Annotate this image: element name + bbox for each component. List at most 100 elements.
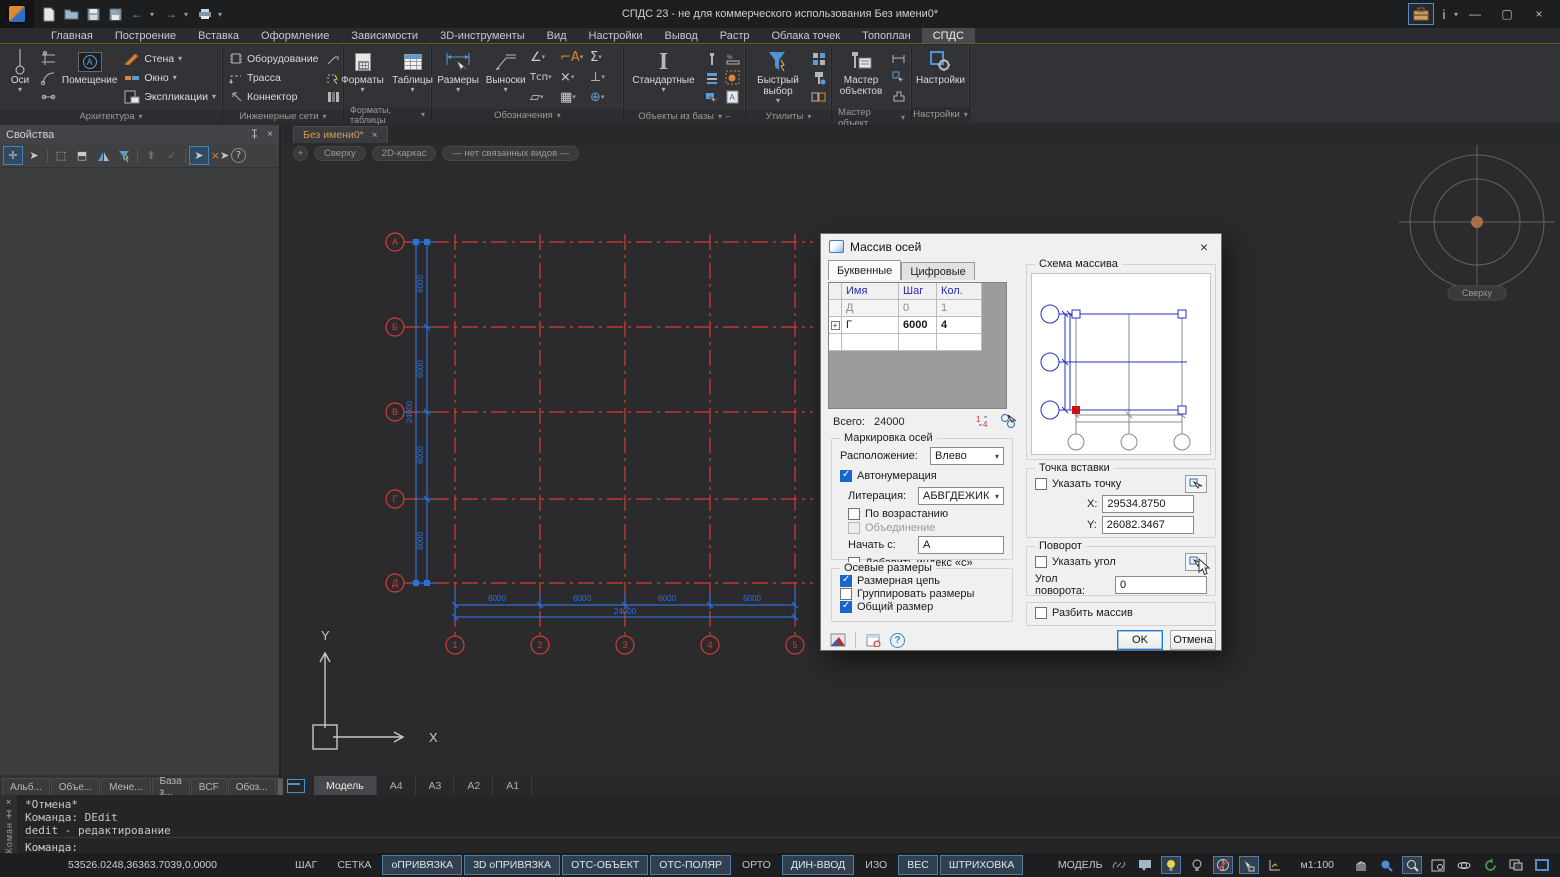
- invert-select-tool[interactable]: [93, 146, 113, 165]
- viewport-linkedviews-control[interactable]: — нет связанных видов —: [442, 146, 579, 161]
- wall-button[interactable]: Стена ▾: [121, 49, 219, 68]
- toggle-lineweight[interactable]: ВЕС: [898, 855, 938, 875]
- view-mark-button[interactable]: ▱▾: [530, 87, 560, 107]
- tab-spds[interactable]: СПДС: [922, 28, 975, 43]
- row-expander-icon[interactable]: +: [831, 321, 840, 330]
- panel-tab-albums[interactable]: Альб...: [2, 778, 50, 795]
- tab-nastroyki[interactable]: Настройки: [578, 28, 654, 43]
- save-icon[interactable]: [84, 5, 102, 23]
- panel-tab-database[interactable]: База з...: [152, 778, 190, 795]
- ok-button[interactable]: OK: [1117, 630, 1163, 650]
- dialog-help-icon[interactable]: ?: [890, 633, 905, 648]
- undo-icon[interactable]: ←: [128, 5, 146, 23]
- toggle-hatch[interactable]: ШТРИХОВКА: [940, 855, 1024, 875]
- group-caption-formats[interactable]: Форматы, таблицы▾: [344, 107, 431, 122]
- toggle-otrack-polar[interactable]: ОТС-ПОЛЯР: [650, 855, 731, 875]
- section-button[interactable]: ⊥▾: [590, 67, 620, 87]
- quick-select-button[interactable]: Быстрый выбор ▾: [749, 47, 807, 108]
- command-history[interactable]: *Отмена* Команда: DEdit dedit - редактир…: [17, 795, 1560, 853]
- view-locator-wheel[interactable]: Сверху: [1399, 145, 1555, 300]
- dialog-launcher-icon[interactable]: ⌐: [726, 112, 731, 121]
- start-with-input[interactable]: [918, 536, 1004, 554]
- calc-icon[interactable]: %: [723, 49, 742, 68]
- table-row[interactable]: Д 0 1: [829, 300, 1006, 317]
- panel-close-icon[interactable]: ×: [267, 129, 273, 140]
- tab-topoplan[interactable]: Топоплан: [851, 28, 922, 43]
- hatch-button[interactable]: ▦▾: [560, 87, 590, 107]
- group-caption-utilities[interactable]: Утилиты▾: [746, 110, 831, 122]
- group-caption-annotations[interactable]: Обозначения▾: [432, 109, 623, 122]
- pan-hand-icon[interactable]: [1350, 856, 1370, 874]
- connector-button[interactable]: Коннектор: [226, 87, 321, 106]
- layout-tab-model[interactable]: Модель: [314, 776, 377, 795]
- group-caption-object-master[interactable]: Мастер объект...▾: [832, 110, 911, 125]
- layout-tab-a2[interactable]: A2: [455, 776, 493, 795]
- command-close-icon[interactable]: ×: [6, 797, 11, 807]
- pick-axes-icon[interactable]: [999, 412, 1019, 430]
- layout-tab-a3[interactable]: A3: [417, 776, 455, 795]
- toggle-iso[interactable]: ИЗО: [856, 855, 896, 875]
- arc-axis-icon[interactable]: [39, 68, 58, 87]
- regen-icon[interactable]: [1480, 856, 1500, 874]
- layout-list-icon[interactable]: [287, 779, 305, 793]
- group-caption-architecture[interactable]: Архитектура▾: [0, 110, 222, 122]
- route-button[interactable]: Трасса: [226, 68, 321, 87]
- save-as-icon[interactable]: [106, 5, 124, 23]
- formats-button[interactable]: Форматы ▾: [341, 47, 385, 105]
- locator-center-dot[interactable]: [1471, 216, 1483, 228]
- tab-number-axes[interactable]: Цифровые: [901, 262, 974, 280]
- filter-tool[interactable]: [114, 146, 134, 165]
- zoom-extents-icon[interactable]: [1428, 856, 1448, 874]
- print-icon[interactable]: [196, 5, 214, 23]
- fasteners-icon[interactable]: [702, 68, 721, 87]
- angle-input[interactable]: [1115, 576, 1207, 594]
- maximize-button[interactable]: ▢: [1492, 3, 1522, 25]
- pointer-tool[interactable]: ➤: [189, 146, 209, 165]
- equipment-button[interactable]: Оборудование: [226, 49, 321, 68]
- text-sp-button[interactable]: Tсп▾: [530, 67, 560, 87]
- open-file-icon[interactable]: [62, 5, 80, 23]
- cell-count[interactable]: 4: [937, 317, 982, 334]
- angle-dim-button[interactable]: ∠▾: [530, 47, 560, 67]
- annoscale-bulb-icon[interactable]: [1161, 856, 1181, 874]
- info-caret-icon[interactable]: ▾: [1454, 10, 1458, 19]
- level-mark-button[interactable]: ⌐A▾: [560, 47, 590, 67]
- orbit-icon[interactable]: [1454, 856, 1474, 874]
- y-input[interactable]: [1102, 516, 1194, 534]
- pick-point-button[interactable]: [1185, 475, 1207, 493]
- viewport-view-control[interactable]: Сверху: [314, 146, 366, 161]
- window-button[interactable]: Окно ▾: [121, 68, 219, 87]
- axes-button[interactable]: Оси ▾: [3, 47, 37, 108]
- license-manager-icon[interactable]: [1408, 3, 1434, 25]
- zoom-realtime-icon[interactable]: [1376, 856, 1396, 874]
- redo-caret-icon[interactable]: ▾: [184, 10, 192, 19]
- tab-oformlenie[interactable]: Оформление: [250, 28, 340, 43]
- select-cursor-status-icon[interactable]: [1239, 856, 1259, 874]
- fullscreen-icon[interactable]: [1532, 856, 1552, 874]
- attribute-doc-icon[interactable]: A: [723, 87, 742, 106]
- ascending-checkbox[interactable]: [848, 508, 860, 520]
- tab-vid[interactable]: Вид: [536, 28, 578, 43]
- profile-icon[interactable]: [889, 87, 908, 106]
- single-axis-icon[interactable]: [39, 87, 58, 106]
- autonumber-checkbox[interactable]: [840, 470, 852, 482]
- tables-button[interactable]: Таблицы ▾: [391, 47, 435, 105]
- cell-count[interactable]: 1: [937, 300, 982, 317]
- pick-point-checkbox[interactable]: [1035, 478, 1047, 490]
- move-selection-tool[interactable]: ⬆: [141, 146, 161, 165]
- tab-vyvod[interactable]: Вывод: [653, 28, 708, 43]
- dim-control-icon[interactable]: [889, 49, 908, 68]
- viewport-config-icon[interactable]: [1506, 856, 1526, 874]
- leaders-button[interactable]: Выноски ▾: [483, 47, 528, 107]
- explode-checkbox[interactable]: [1035, 607, 1047, 619]
- tab-glavnaya[interactable]: Главная: [40, 28, 104, 43]
- panel-tab-manager[interactable]: Мене...: [101, 778, 150, 795]
- cell-step[interactable]: 0: [899, 300, 937, 317]
- info-menu[interactable]: i: [1436, 7, 1452, 22]
- lasso-select-tool[interactable]: ⬒: [72, 146, 92, 165]
- blocks-icon[interactable]: [809, 87, 828, 106]
- template-icon[interactable]: [863, 631, 883, 649]
- settings-button[interactable]: Настройки: [915, 47, 966, 105]
- explication-button[interactable]: Экспликации ▾: [121, 87, 219, 106]
- group-dims-checkbox[interactable]: [840, 588, 852, 600]
